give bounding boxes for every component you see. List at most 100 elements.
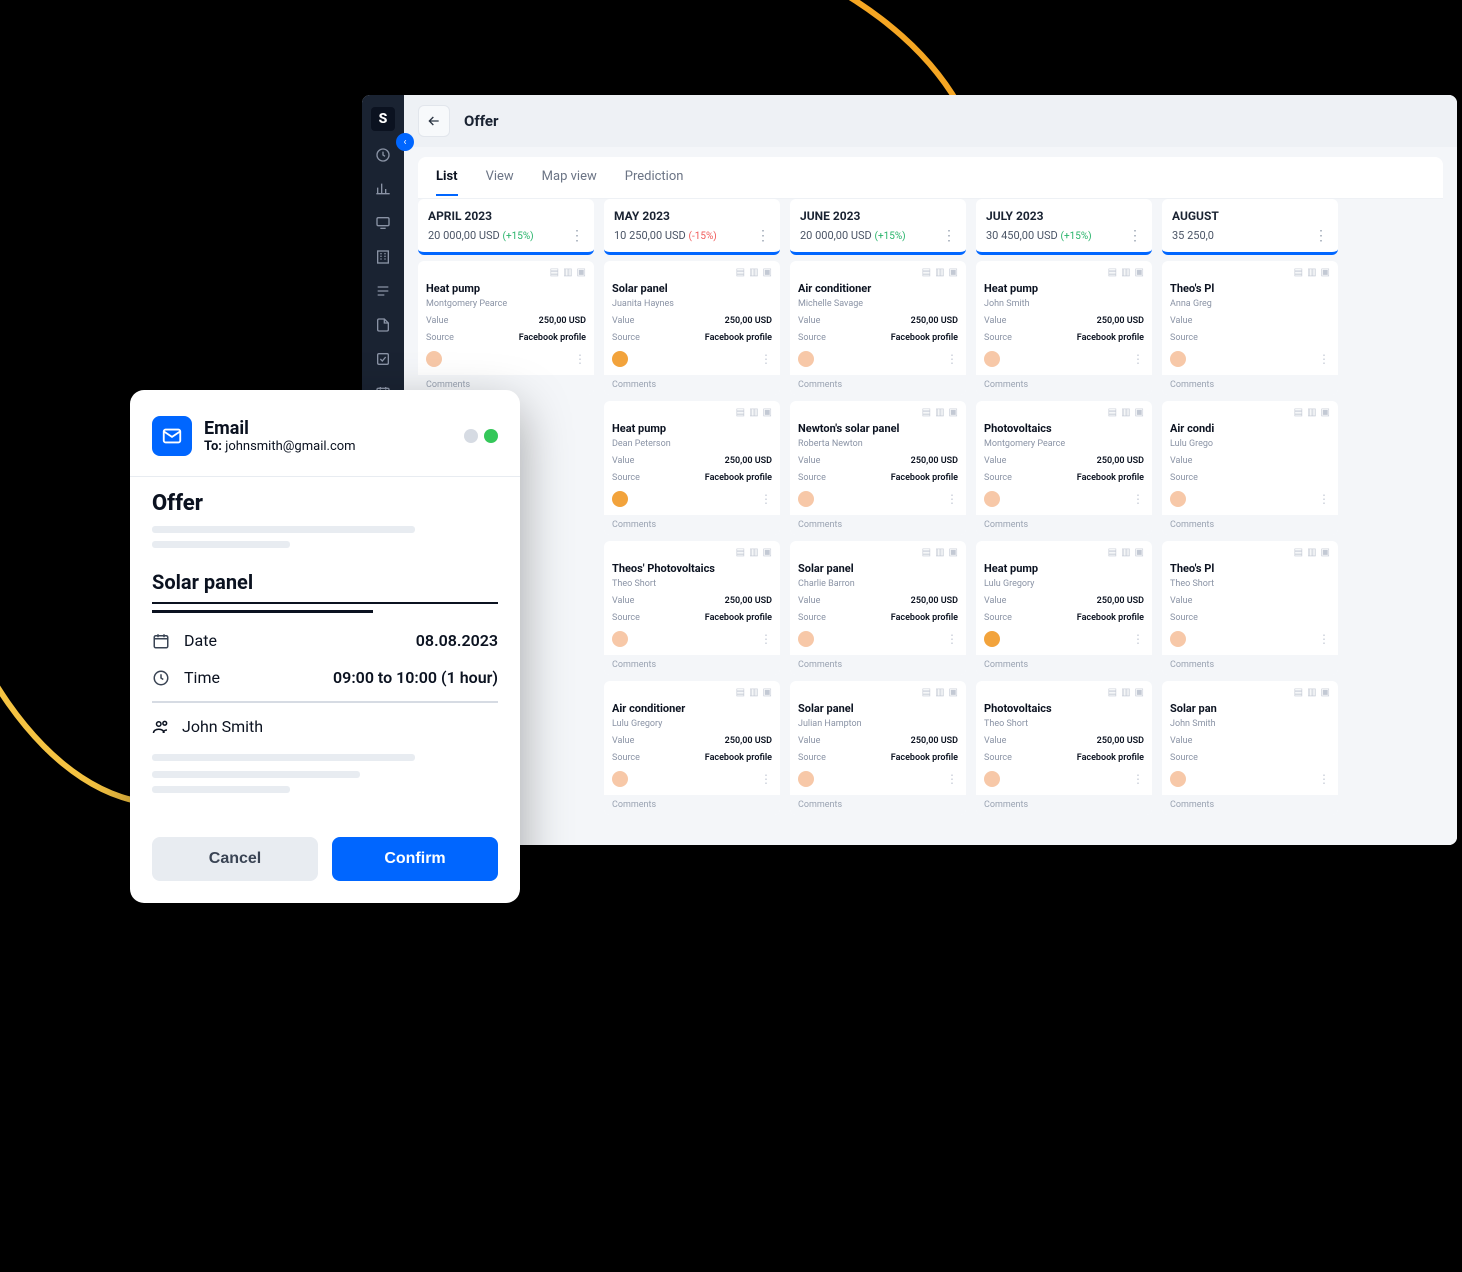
card-top-icons: ▤▥▣ — [612, 547, 772, 558]
offer-card[interactable]: ▤▥▣Heat pumpMontgomery PearceValue250,00… — [418, 261, 594, 395]
card-menu-icon[interactable]: ⋮ — [946, 492, 958, 506]
card-comments[interactable]: Comments — [790, 375, 966, 395]
skeleton-line — [152, 541, 290, 548]
nav-check-icon[interactable] — [373, 349, 393, 369]
offer-card[interactable]: ▤▥▣Newton's solar panelRoberta NewtonVal… — [790, 401, 966, 535]
card-menu-icon[interactable]: ⋮ — [1318, 492, 1330, 506]
card-comments[interactable]: Comments — [790, 795, 966, 815]
confirm-button[interactable]: Confirm — [332, 837, 498, 881]
nav-dashboard-icon[interactable] — [373, 145, 393, 165]
card-menu-icon[interactable]: ⋮ — [1132, 492, 1144, 506]
card-comments[interactable]: Comments — [1162, 515, 1338, 535]
card-menu-icon[interactable]: ⋮ — [760, 352, 772, 366]
card-avatar — [1170, 491, 1186, 507]
card-source: Facebook profile — [891, 753, 958, 763]
app-logo[interactable]: S — [371, 107, 395, 131]
card-comments[interactable]: Comments — [1162, 795, 1338, 815]
offer-card[interactable]: ▤▥▣Heat pumpJohn SmithValue250,00 USDSou… — [976, 261, 1152, 395]
offer-card[interactable]: ▤▥▣Theo's PlAnna GregValueSource⋮Comment… — [1162, 261, 1338, 395]
card-value: 250,00 USD — [1097, 736, 1144, 746]
offer-card[interactable]: ▤▥▣Air conditionerMichelle SavageValue25… — [790, 261, 966, 395]
card-client: Julian Hampton — [798, 719, 958, 729]
card-comments[interactable]: Comments — [976, 515, 1152, 535]
card-menu-icon[interactable]: ⋮ — [1318, 772, 1330, 786]
offer-card[interactable]: ▤▥▣Air conditionerLulu GregoryValue250,0… — [604, 681, 780, 815]
card-menu-icon[interactable]: ⋮ — [1318, 632, 1330, 646]
card-comments[interactable]: Comments — [1162, 375, 1338, 395]
nav-monitor-icon[interactable] — [373, 213, 393, 233]
card-menu-icon[interactable]: ⋮ — [1132, 352, 1144, 366]
tab-map-view[interactable]: Map view — [542, 159, 597, 196]
card-menu-icon[interactable]: ⋮ — [1132, 632, 1144, 646]
sidebar-collapse-button[interactable]: ‹ — [396, 133, 414, 151]
column-header: APRIL 202320 000,00 USD (+15%)⋮ — [418, 199, 594, 255]
card-menu-icon[interactable]: ⋮ — [1318, 352, 1330, 366]
offer-card[interactable]: ▤▥▣Solar panelJulian HamptonValue250,00 … — [790, 681, 966, 815]
card-comments[interactable]: Comments — [604, 515, 780, 535]
nav-document-icon[interactable] — [373, 315, 393, 335]
card-value-label: Value — [798, 596, 820, 606]
card-menu-icon[interactable]: ⋮ — [946, 772, 958, 786]
card-menu-icon[interactable]: ⋮ — [760, 632, 772, 646]
back-button[interactable] — [418, 105, 450, 137]
card-comments[interactable]: Comments — [1162, 655, 1338, 675]
card-source-label: Source — [984, 473, 1012, 483]
cancel-button[interactable]: Cancel — [152, 837, 318, 881]
kanban-column: AUGUST35 250,0 ⋮▤▥▣Theo's PlAnna GregVal… — [1162, 199, 1338, 833]
card-top-icons: ▤▥▣ — [798, 687, 958, 698]
card-menu-icon[interactable]: ⋮ — [760, 772, 772, 786]
card-menu-icon[interactable]: ⋮ — [760, 492, 772, 506]
card-comments[interactable]: Comments — [976, 655, 1152, 675]
card-comments[interactable]: Comments — [790, 655, 966, 675]
column-month: MAY 2023 — [614, 209, 770, 223]
offer-card[interactable]: ▤▥▣Heat pumpDean PetersonValue250,00 USD… — [604, 401, 780, 535]
card-comments[interactable]: Comments — [976, 375, 1152, 395]
card-value-label: Value — [1170, 316, 1192, 326]
tab-list[interactable]: List — [436, 159, 458, 196]
card-menu-icon[interactable]: ⋮ — [946, 352, 958, 366]
card-avatar — [984, 491, 1000, 507]
note-icon: ▣ — [763, 547, 772, 558]
card-title: Solar panel — [798, 702, 958, 715]
card-client: John Smith — [1170, 719, 1330, 729]
offer-card[interactable]: ▤▥▣PhotovoltaicsMontgomery PearceValue25… — [976, 401, 1152, 535]
column-menu-icon[interactable]: ⋮ — [570, 231, 584, 241]
tab-prediction[interactable]: Prediction — [625, 159, 684, 196]
offer-card[interactable]: ▤▥▣Air condiLulu GregoValueSource⋮Commen… — [1162, 401, 1338, 535]
card-avatar — [984, 631, 1000, 647]
card-top-icons: ▤▥▣ — [1170, 407, 1330, 418]
offer-card[interactable]: ▤▥▣Theos' PhotovoltaicsTheo ShortValue25… — [604, 541, 780, 675]
card-source: Facebook profile — [891, 613, 958, 623]
nav-building-icon[interactable] — [373, 247, 393, 267]
nav-analytics-icon[interactable] — [373, 179, 393, 199]
app-window: S ‹ Offer List View Map view Prediction — [362, 95, 1457, 845]
card-menu-icon[interactable]: ⋮ — [946, 632, 958, 646]
offer-card[interactable]: ▤▥▣Solar panelJuanita HaynesValue250,00 … — [604, 261, 780, 395]
card-comments[interactable]: Comments — [790, 515, 966, 535]
offer-card[interactable]: ▤▥▣Solar panJohn SmithValueSource⋮Commen… — [1162, 681, 1338, 815]
offer-card[interactable]: ▤▥▣Solar panelCharlie BarronValue250,00 … — [790, 541, 966, 675]
column-menu-icon[interactable]: ⋮ — [756, 231, 770, 241]
card-menu-icon[interactable]: ⋮ — [574, 352, 586, 366]
column-header: JUNE 202320 000,00 USD (+15%)⋮ — [790, 199, 966, 255]
card-title: Solar panel — [612, 282, 772, 295]
card-comments[interactable]: Comments — [604, 795, 780, 815]
column-month: APRIL 2023 — [428, 209, 584, 223]
nav-list-icon[interactable] — [373, 281, 393, 301]
offer-card[interactable]: ▤▥▣Heat pumpLulu GregoryValue250,00 USDS… — [976, 541, 1152, 675]
skeleton-line — [152, 771, 360, 778]
card-comments[interactable]: Comments — [604, 375, 780, 395]
column-menu-icon[interactable]: ⋮ — [942, 231, 956, 241]
card-menu-icon[interactable]: ⋮ — [1132, 772, 1144, 786]
tab-view[interactable]: View — [486, 159, 514, 196]
card-source: Facebook profile — [1077, 753, 1144, 763]
card-comments[interactable]: Comments — [976, 795, 1152, 815]
column-menu-icon[interactable]: ⋮ — [1128, 231, 1142, 241]
card-avatar — [612, 491, 628, 507]
card-comments[interactable]: Comments — [604, 655, 780, 675]
card-top-icons: ▤▥▣ — [984, 407, 1144, 418]
column-menu-icon[interactable]: ⋮ — [1314, 231, 1328, 241]
offer-card[interactable]: ▤▥▣PhotovoltaicsTheo ShortValue250,00 US… — [976, 681, 1152, 815]
offer-card[interactable]: ▤▥▣Theo's PlTheo ShortValueSource⋮Commen… — [1162, 541, 1338, 675]
card-title: Heat pump — [426, 282, 586, 295]
